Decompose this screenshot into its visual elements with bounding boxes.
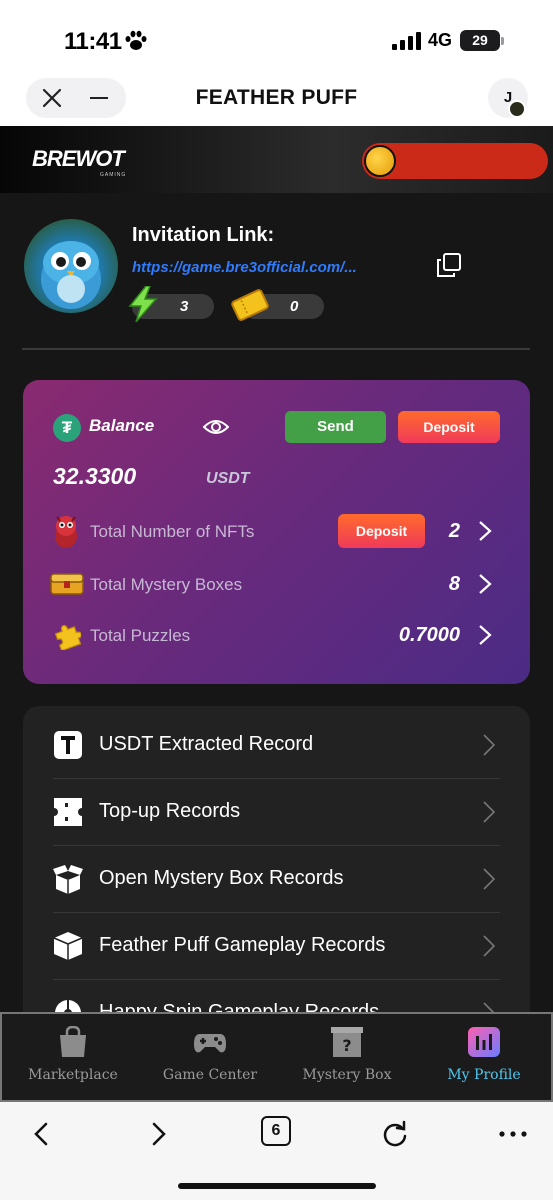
ticket-icon [231, 289, 269, 321]
nft-deposit-button[interactable]: Deposit [338, 514, 425, 548]
deposit-button[interactable]: Deposit [398, 411, 500, 443]
browser-header: FEATHER PUFF J [0, 72, 553, 126]
svg-text:?: ? [342, 1036, 351, 1055]
record-item-open-mystery-box[interactable]: Open Mystery Box Records [53, 846, 500, 913]
owl-avatar [24, 219, 118, 313]
mystery-box-icon: ? [331, 1027, 363, 1057]
record-label: Open Mystery Box Records [99, 867, 344, 889]
section-divider [22, 348, 530, 350]
signal-icon [392, 32, 421, 50]
brand-logo-sub: GAMING [100, 172, 127, 178]
eye-icon[interactable] [203, 416, 229, 438]
invitation-label: Invitation Link: [132, 224, 275, 246]
tether-box-icon [54, 731, 82, 759]
coin-icon [364, 145, 396, 177]
brand-bar: BREWOT GAMING [0, 126, 553, 193]
chevron-right-icon [483, 935, 495, 957]
tab-game-center[interactable]: Game Center [141, 1014, 279, 1100]
forward-icon[interactable] [144, 1120, 172, 1148]
record-item-usdt-extracted[interactable]: USDT Extracted Record [53, 712, 500, 779]
copy-icon[interactable] [436, 252, 462, 278]
tab-marketplace[interactable]: Marketplace [4, 1014, 142, 1100]
chest-icon [50, 573, 84, 595]
mystery-box-label: Total Mystery Boxes [90, 575, 243, 594]
more-icon[interactable] [498, 1120, 528, 1148]
page-title: FEATHER PUFF [195, 86, 358, 109]
tabs-button[interactable]: 6 [261, 1116, 291, 1146]
record-label: Feather Puff Gameplay Records [99, 934, 386, 956]
tab-mystery-box[interactable]: ? Mystery Box [278, 1014, 416, 1100]
network-type: 4G [428, 30, 453, 50]
paw-icon [125, 30, 147, 50]
chevron-right-icon[interactable] [478, 520, 492, 542]
wallet-pill[interactable] [362, 143, 548, 179]
owl-avatar-art [41, 241, 101, 309]
chevron-right-icon[interactable] [478, 624, 492, 646]
balance-currency: USDT [206, 470, 250, 487]
chevron-right-icon [483, 801, 495, 823]
chevron-right-icon [483, 734, 495, 756]
bottom-tab-bar: Marketplace Game Center ? Mystery Box My… [0, 1012, 553, 1102]
invitation-link[interactable]: https://game.bre3official.com/... [132, 259, 424, 276]
balance-card: ₮ Balance Send Deposit 32.3300 USDT Tota… [23, 380, 530, 684]
battery-icon: 29 [460, 30, 500, 51]
tab-label: My Profile [447, 1067, 521, 1083]
chevron-right-icon [483, 868, 495, 890]
nft-label: Total Number of NFTs [90, 522, 255, 541]
battery-cap [501, 37, 504, 45]
tab-label: Game Center [162, 1067, 258, 1083]
puzzle-label: Total Puzzles [90, 626, 191, 645]
ticket-records-icon [53, 798, 83, 826]
home-indicator [178, 1183, 376, 1189]
send-button[interactable]: Send [285, 411, 386, 443]
tab-label: Mystery Box [302, 1067, 392, 1083]
app-content: BREWOT GAMING Invitation Link: https://g… [0, 126, 553, 1102]
back-icon[interactable] [28, 1120, 56, 1148]
energy-icon [128, 286, 158, 322]
tab-label: Marketplace [28, 1067, 118, 1083]
energy-count: 3 [180, 298, 189, 315]
record-label: USDT Extracted Record [99, 733, 314, 755]
tab-my-profile[interactable]: My Profile [415, 1014, 553, 1100]
nft-count: 2 [448, 520, 460, 542]
box-icon [53, 932, 83, 960]
status-bar: 11:41 4G 29 [0, 0, 553, 72]
browser-toolbar: 6 [0, 1102, 553, 1200]
balance-amount: 32.3300 [53, 463, 137, 489]
puzzle-count: 0.7000 [398, 624, 460, 646]
balance-label: Balance [89, 416, 155, 435]
brand-logo: BREWOT [32, 146, 125, 171]
record-label: Top-up Records [99, 800, 241, 822]
record-item-feather-puff[interactable]: Feather Puff Gameplay Records [53, 913, 500, 980]
puzzle-icon [54, 624, 81, 650]
record-item-top-up[interactable]: Top-up Records [53, 779, 500, 846]
reload-icon[interactable] [381, 1120, 409, 1148]
mystery-box-count: 8 [448, 573, 460, 595]
account-badge [508, 100, 526, 118]
open-box-icon [53, 865, 83, 894]
chevron-right-icon[interactable] [478, 573, 492, 595]
nft-icon [55, 516, 77, 548]
shopping-bag-icon [60, 1026, 86, 1057]
status-time: 11:41 [64, 28, 122, 55]
ticket-count: 0 [290, 298, 299, 315]
gamepad-icon [194, 1034, 226, 1053]
tether-icon: ₮ [53, 414, 81, 442]
profile-chart-icon [468, 1027, 500, 1057]
